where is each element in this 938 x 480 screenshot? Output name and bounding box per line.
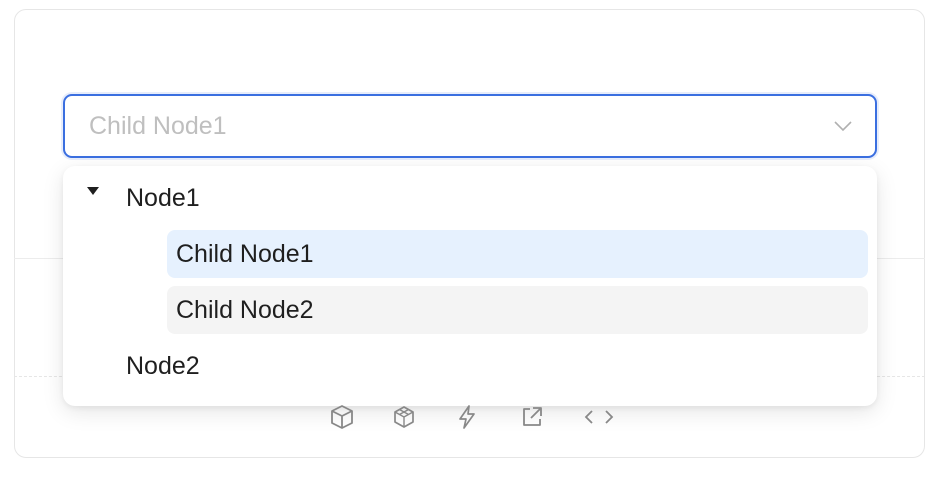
caret-down-icon[interactable]	[85, 184, 101, 196]
tree-node-node1[interactable]: Node1	[126, 174, 886, 222]
tree-node-label: Child Node2	[176, 296, 314, 324]
tree-node-child-node2[interactable]: Child Node2	[167, 286, 868, 334]
codesandbox-icon[interactable]	[389, 400, 419, 434]
thunderbolt-icon[interactable]	[452, 400, 482, 434]
external-link-icon[interactable]	[517, 400, 547, 434]
tree-select-input[interactable]: Child Node1	[63, 94, 877, 158]
tree-dropdown: Node1 Child Node1 Child Node2 Node2	[63, 166, 877, 406]
chevron-down-icon	[833, 116, 853, 136]
tree-node-node2[interactable]: Node2	[126, 342, 886, 390]
code-icon[interactable]	[583, 400, 615, 434]
tree-node-label: Node1	[126, 184, 200, 212]
tree-node-label: Node2	[126, 352, 200, 380]
select-value: Child Node1	[89, 112, 227, 140]
box-icon[interactable]	[327, 400, 357, 434]
tree-node-child-node1[interactable]: Child Node1	[167, 230, 868, 278]
tree-node-label: Child Node1	[176, 240, 314, 268]
